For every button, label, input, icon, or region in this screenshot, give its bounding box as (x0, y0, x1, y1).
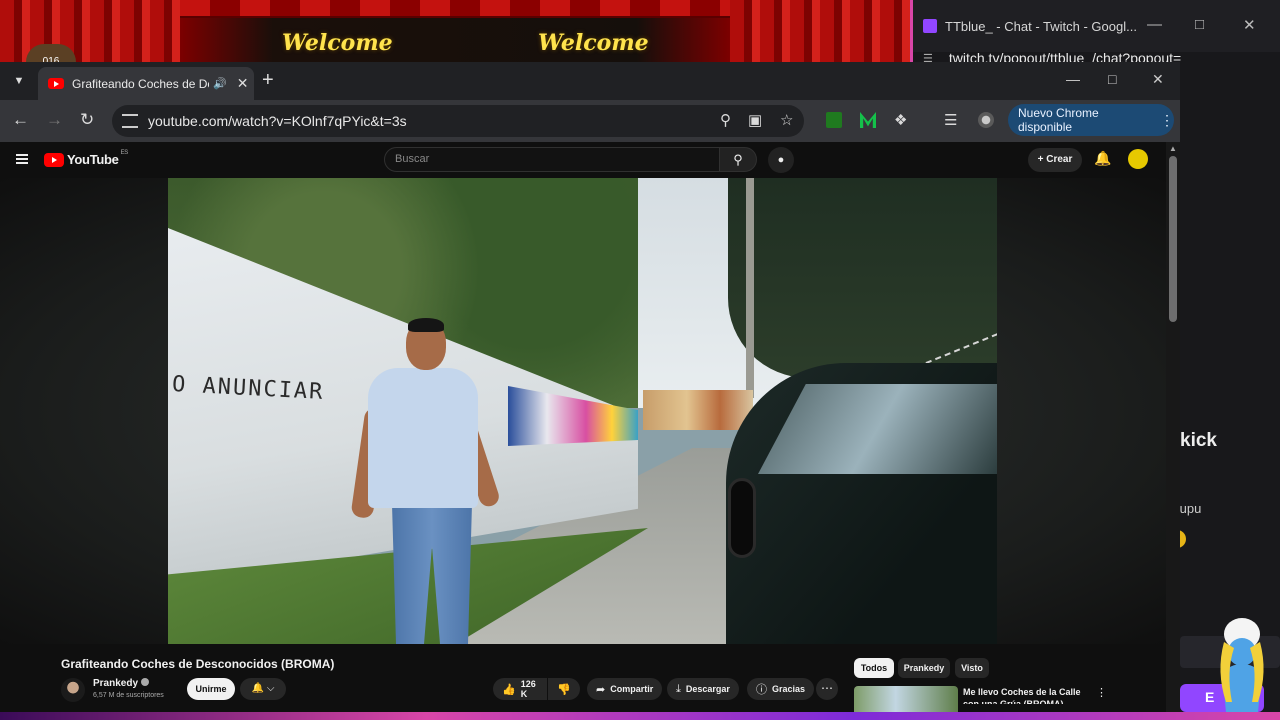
scene-person-hair (408, 318, 444, 332)
tab-close-icon[interactable]: ✕ (237, 75, 249, 92)
user-avatar[interactable] (1128, 149, 1148, 169)
twitch-close-icon[interactable]: ✕ (1243, 16, 1256, 34)
tab-youtube-video[interactable]: Grafiteando Coches de Desconocidos (BROM… (38, 67, 254, 100)
subscriber-count: 6,57 M de suscriptores (93, 692, 164, 699)
like-button[interactable]: 👍 126 K (493, 678, 547, 700)
more-actions-icon[interactable]: ⋯ (816, 678, 838, 700)
overlay-bottom-glow (0, 712, 1280, 720)
bell-icon: 🔔 (251, 683, 265, 694)
twitch-window-title: TTblue_ - Chat - Twitch - Googl... (945, 18, 1137, 34)
back-arrow-icon[interactable]: ← (12, 110, 29, 130)
notifications-bell-icon[interactable]: 🔔 (1094, 150, 1111, 167)
tab-title: Grafiteando Coches de Desconocidos (BROM… (72, 76, 209, 91)
super-thanks-icon: ⓘ (756, 684, 767, 696)
welcome-sign-2: Welcome (538, 30, 649, 56)
cast-install-icon[interactable]: ▣ (748, 111, 762, 129)
site-settings-icon[interactable] (122, 114, 138, 128)
extension-m-icon[interactable] (860, 112, 876, 128)
share-label: Compartir (610, 684, 654, 694)
video-title: Grafiteando Coches de Desconocidos (BROM… (61, 657, 335, 671)
twitch-titlebar: TTblue_ - Chat - Twitch - Googl... (913, 0, 1280, 52)
youtube-favicon-icon (48, 78, 64, 89)
scrollbar-thumb[interactable] (1169, 156, 1177, 322)
address-url-text: youtube.com/watch?v=KOlnf7qPYic&t=3s (148, 113, 407, 129)
page-scrollbar[interactable]: ▲ (1166, 142, 1180, 720)
extensions-puzzle-icon[interactable]: ❖ (894, 111, 907, 129)
microphone-icon[interactable]: ● (768, 147, 794, 173)
zoom-search-icon[interactable]: ⚲ (720, 111, 731, 129)
create-button[interactable]: + Crear (1028, 148, 1082, 172)
browser-toolbar: ← → ↻ youtube.com/watch?v=KOlnf7qPYic&t=… (0, 100, 1180, 142)
twitch-minimize-icon[interactable]: — (1147, 16, 1162, 33)
tab-strip: ▼ Grafiteando Coches de Desconocidos (BR… (0, 62, 1180, 100)
reload-icon[interactable]: ↻ (80, 110, 94, 130)
youtube-logo[interactable]: YouTube ES (44, 149, 129, 167)
minimize-icon[interactable]: — (1066, 71, 1080, 87)
thumbs-up-icon: 👍 (502, 683, 516, 696)
chevron-down-icon: ⌵ (266, 683, 275, 694)
youtube-search-input[interactable]: Buscar (384, 147, 720, 172)
maximize-icon[interactable]: □ (1108, 71, 1116, 87)
youtube-logo-text: YouTube (67, 152, 119, 167)
scroll-up-arrow-icon[interactable]: ▲ (1169, 144, 1177, 153)
more-menu-icon[interactable]: ⋮ (1160, 112, 1174, 129)
bookmark-star-icon[interactable]: ☆ (780, 111, 793, 129)
download-button[interactable]: ⤓ Descargar (667, 678, 739, 700)
verified-check-icon (141, 678, 150, 686)
forward-arrow-icon[interactable]: → (46, 110, 63, 130)
thanks-label: Gracias (772, 684, 806, 694)
share-arrow-icon: ➦ (596, 683, 606, 696)
chip-prankedy[interactable]: Prankedy (898, 658, 950, 678)
download-label: Descargar (685, 684, 730, 694)
scene-houses (643, 390, 753, 430)
twitch-maximize-icon[interactable]: □ (1195, 16, 1204, 33)
extension-hd-icon[interactable] (826, 112, 842, 128)
welcome-sign-1: Welcome (282, 30, 393, 56)
create-label: Crear (1046, 154, 1073, 165)
tab-search-chevron-icon[interactable]: ▼ (10, 72, 28, 90)
update-button-label: Nuevo Chrome disponible (1018, 106, 1099, 134)
close-window-icon[interactable]: ✕ (1152, 71, 1164, 88)
tab-audio-icon[interactable]: 🔊 (213, 77, 227, 90)
scene-car-wheel (728, 478, 756, 558)
video-frame[interactable]: O ANUNCIAR (168, 178, 997, 644)
region-code: ES (120, 149, 129, 156)
scene-pole (746, 178, 754, 398)
chip-visto[interactable]: Visto (955, 658, 989, 678)
dislike-button[interactable]: 👎 (548, 678, 580, 700)
like-count: 126 K (520, 679, 536, 699)
recommended-more-icon[interactable]: ⋮ (1096, 686, 1107, 699)
chat-message-kick: kick (1180, 430, 1217, 451)
video-player[interactable]: O ANUNCIAR (0, 178, 1166, 644)
address-bar[interactable]: youtube.com/watch?v=KOlnf7qPYic&t=3s (112, 105, 804, 137)
curtain-right (730, 0, 910, 66)
subscription-bell-dropdown[interactable]: 🔔 ⌵ (240, 678, 286, 700)
channel-name-text[interactable]: Prankedy (93, 678, 138, 689)
hamburger-menu-icon[interactable] (16, 154, 28, 164)
video-info-bar: Grafiteando Coches de Desconocidos (BROM… (0, 644, 1166, 720)
thanks-button[interactable]: ⓘ Gracias (747, 678, 815, 700)
join-button[interactable]: Unirme (187, 678, 235, 700)
profile-avatar-icon[interactable] (978, 112, 994, 128)
chip-todos[interactable]: Todos (854, 658, 894, 678)
share-button[interactable]: ➦ Compartir (587, 678, 663, 700)
media-queue-icon[interactable]: ☰ (944, 111, 957, 129)
thumbs-down-icon: 👎 (557, 683, 571, 696)
channel-avatar[interactable] (61, 678, 85, 702)
twitch-icon (923, 19, 937, 33)
scene-person-shirt (368, 368, 478, 508)
search-icon[interactable]: ⚲ (719, 147, 757, 172)
stream-overlay-banner: 016 Welcome Welcome (0, 0, 910, 66)
recommended-video-title[interactable]: Me llevo Coches de la Calle con una Grúa… (963, 686, 1091, 704)
smurf-mascot-icon (1220, 618, 1264, 712)
download-icon: ⤓ (676, 682, 681, 695)
youtube-logo-icon (44, 152, 64, 167)
youtube-header: YouTube ES Buscar ⚲ ● + Crear 🔔 (0, 142, 1166, 178)
chrome-update-button[interactable]: Nuevo Chrome disponible ⋮ (1008, 104, 1174, 136)
channel-name[interactable]: Prankedy (93, 678, 150, 689)
new-tab-plus-icon[interactable]: + (262, 69, 274, 92)
